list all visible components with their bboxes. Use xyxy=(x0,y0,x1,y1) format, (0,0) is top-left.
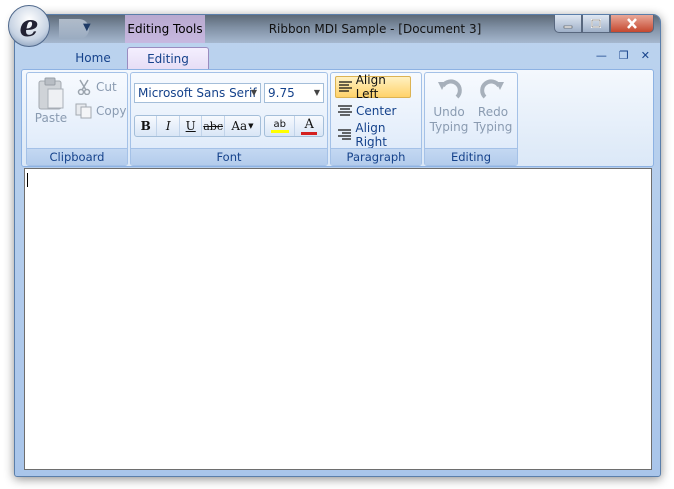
font-size-value: 9.75 xyxy=(268,86,295,100)
group-font: Microsoft Sans Serif ▼ 9.75 ▼ B I U abc … xyxy=(130,72,328,166)
qat-dropdown-icon[interactable]: ▼ xyxy=(83,22,91,33)
underline-button[interactable]: U xyxy=(180,116,203,136)
group-clipboard: Paste Cut Copy Clipboard xyxy=(26,72,128,166)
mdi-controls: — ❐ ✕ xyxy=(596,49,650,62)
group-editing: Undo Typing Redo Typing Editing xyxy=(424,72,518,166)
close-button[interactable] xyxy=(610,15,654,33)
undo-typing-button[interactable]: Undo Typing xyxy=(429,77,469,141)
redo-label-line2: Typing xyxy=(473,120,513,134)
application-menu-button[interactable]: e xyxy=(8,5,50,47)
maximize-button[interactable] xyxy=(582,15,610,33)
mdi-close-icon[interactable]: ✕ xyxy=(641,49,650,62)
strikethrough-button[interactable]: abc xyxy=(202,116,225,136)
italic-button[interactable]: I xyxy=(157,116,180,136)
font-size-combo[interactable]: 9.75 ▼ xyxy=(264,83,324,103)
group-paragraph: Align Left Center Align Right Paragraph xyxy=(330,72,422,166)
font-color-toolbar: ab A xyxy=(264,115,324,137)
font-family-combo[interactable]: Microsoft Sans Serif ▼ xyxy=(134,83,261,103)
minimize-button[interactable] xyxy=(554,15,582,33)
tab-editing[interactable]: Editing xyxy=(127,47,209,70)
redo-label-line1: Redo xyxy=(477,105,509,119)
font-family-value: Microsoft Sans Serif xyxy=(138,86,257,100)
align-left-label: Align Left xyxy=(355,73,386,101)
highlight-color-swatch xyxy=(270,130,289,133)
window-controls xyxy=(554,15,654,33)
undo-label-line2: Typing xyxy=(429,120,469,134)
align-left-icon xyxy=(339,81,352,92)
change-case-button[interactable]: Aa ▼ xyxy=(225,116,260,136)
center-button[interactable]: Center xyxy=(335,100,399,122)
change-case-label: Aa xyxy=(231,119,248,133)
scissors-icon xyxy=(77,79,91,95)
group-label-clipboard: Clipboard xyxy=(27,148,127,165)
window-title: Ribbon MDI Sample - [Document 3] xyxy=(268,22,482,36)
cut-button[interactable]: Cut xyxy=(75,77,117,97)
center-label: Center xyxy=(356,104,397,118)
copy-icon xyxy=(75,103,92,119)
font-format-toolbar: B I U abc Aa ▼ xyxy=(134,115,261,137)
undo-label-line1: Undo xyxy=(433,105,465,119)
copy-button[interactable]: Copy xyxy=(75,101,126,121)
align-left-button[interactable]: Align Left xyxy=(335,73,411,101)
maximize-icon xyxy=(591,18,601,28)
ribbon-tabs: Home Editing — ❐ ✕ xyxy=(15,43,660,70)
font-color-label: A xyxy=(304,117,314,132)
align-right-icon xyxy=(338,129,352,140)
paste-button[interactable]: Paste xyxy=(31,77,71,141)
font-color-button[interactable]: A xyxy=(295,116,323,136)
bold-button[interactable]: B xyxy=(135,116,158,136)
group-label-editing: Editing xyxy=(425,148,517,165)
chevron-down-icon: ▼ xyxy=(250,88,257,97)
app-logo-icon: e xyxy=(19,8,39,44)
highlight-label: ab xyxy=(273,119,286,130)
font-color-swatch xyxy=(301,132,318,135)
align-center-icon xyxy=(338,105,352,116)
document-text-area[interactable] xyxy=(24,168,652,470)
context-tab-header: Editing Tools xyxy=(125,15,205,43)
align-right-label: Align Right xyxy=(355,121,387,149)
chevron-down-icon: ▼ xyxy=(248,122,254,130)
group-label-font: Font xyxy=(131,148,327,165)
minimize-icon xyxy=(563,25,573,28)
highlight-button[interactable]: ab xyxy=(265,116,296,136)
redo-typing-button[interactable]: Redo Typing xyxy=(473,77,513,141)
paste-label: Paste xyxy=(34,111,68,125)
app-window: ▼ Editing Tools Ribbon MDI Sample - [Doc… xyxy=(14,14,661,477)
tab-home[interactable]: Home xyxy=(63,47,123,69)
mdi-restore-icon[interactable]: ❐ xyxy=(619,49,629,62)
title-bar[interactable]: ▼ Editing Tools Ribbon MDI Sample - [Doc… xyxy=(15,15,660,43)
paste-icon xyxy=(38,77,64,110)
cut-label: Cut xyxy=(96,80,117,94)
redo-icon xyxy=(480,79,504,99)
text-caret xyxy=(27,173,28,187)
mdi-minimize-icon[interactable]: — xyxy=(596,49,607,62)
ribbon-panel: Paste Cut Copy Clipboard Microsoft Sans … xyxy=(21,69,654,167)
close-icon xyxy=(627,18,637,29)
group-label-paragraph: Paragraph xyxy=(331,148,421,165)
align-right-button[interactable]: Align Right xyxy=(335,121,421,149)
undo-icon xyxy=(438,79,462,99)
copy-label: Copy xyxy=(96,104,127,118)
chevron-down-icon: ▼ xyxy=(313,88,320,97)
